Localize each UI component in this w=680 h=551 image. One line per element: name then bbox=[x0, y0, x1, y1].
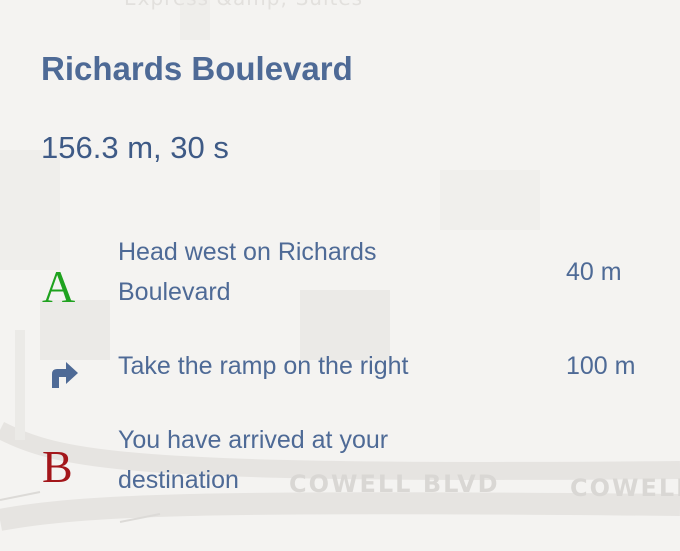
route-summary: 156.3 m, 30 s bbox=[41, 130, 229, 165]
instruction-text: You have arrived at your destination bbox=[118, 426, 389, 494]
instruction-text: Take the ramp on the right bbox=[118, 352, 409, 380]
destination-marker-icon: B bbox=[42, 441, 73, 492]
instruction-distance: 100 m bbox=[566, 352, 636, 380]
start-marker-icon: A bbox=[42, 261, 76, 312]
instruction-text: Head west on Richards Boulevard bbox=[118, 238, 377, 306]
turn-right-icon bbox=[46, 352, 94, 398]
instruction-distance: 40 m bbox=[566, 258, 622, 286]
route-instructions-panel: Richards Boulevard 156.3 m, 30 s A Head … bbox=[0, 0, 680, 546]
route-title: Richards Boulevard bbox=[41, 50, 353, 87]
